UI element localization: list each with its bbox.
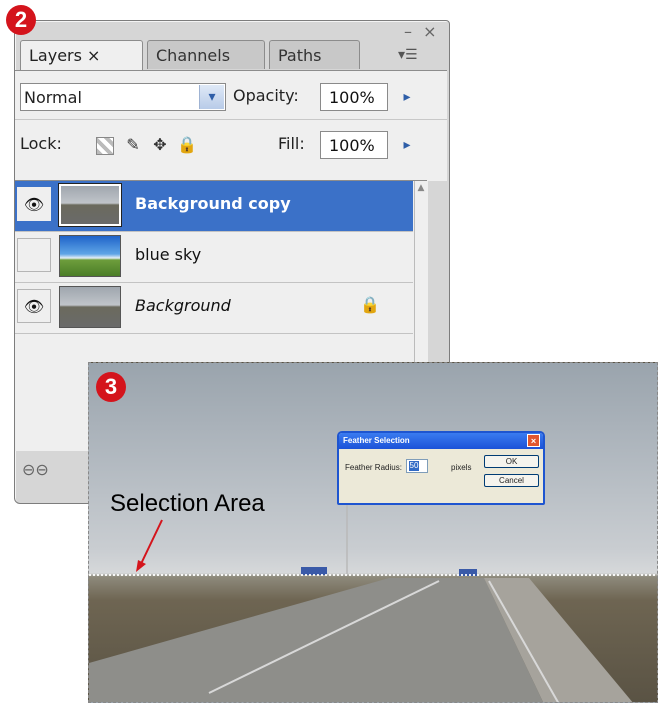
layer-row-blue-sky[interactable]: blue sky xyxy=(15,232,413,283)
tab-paths[interactable]: Paths xyxy=(269,40,360,69)
lock-icon[interactable]: 🔒 xyxy=(177,135,197,155)
road-illustration xyxy=(89,483,633,702)
layer-thumbnail xyxy=(58,183,122,227)
link-layers-icon[interactable]: ⊖⊖ xyxy=(22,460,49,479)
tab-layers[interactable]: Layers × xyxy=(20,40,143,71)
minimize-button[interactable]: – xyxy=(404,22,412,41)
eye-icon[interactable]: 👁 xyxy=(17,289,51,323)
layers-toolbar: Normal ▾ Opacity: 100% ▸ Lock: ✎ ✥ 🔒 Fil… xyxy=(15,70,447,181)
selection-marquee xyxy=(89,574,657,576)
feather-radius-label: Feather Radius: xyxy=(345,463,402,472)
dialog-title: Feather Selection xyxy=(339,433,543,449)
step-badge-2: 2 xyxy=(6,5,36,35)
eye-icon[interactable]: 👁 xyxy=(17,187,51,221)
close-icon[interactable]: × xyxy=(527,434,540,447)
opacity-input[interactable]: 100% xyxy=(320,83,388,111)
feather-radius-input[interactable]: 50 xyxy=(406,459,428,473)
tab-channels[interactable]: Channels xyxy=(147,40,265,69)
layer-thumbnail xyxy=(59,235,121,277)
toolbar-divider xyxy=(15,119,447,120)
step-badge-3: 3 xyxy=(96,372,126,402)
panel-window-controls: – × xyxy=(398,22,437,41)
panel-menu-icon[interactable]: ▾☰ xyxy=(398,47,424,63)
scroll-up-icon[interactable]: ▲ xyxy=(415,183,427,199)
layer-thumbnail xyxy=(59,286,121,328)
lock-icon: 🔒 xyxy=(360,295,380,314)
layer-name: blue sky xyxy=(135,245,202,264)
layer-name: Background xyxy=(135,296,231,315)
opacity-slider-arrow-icon[interactable]: ▸ xyxy=(389,83,425,111)
pixels-unit-label: pixels xyxy=(451,463,472,472)
close-button[interactable]: × xyxy=(423,22,436,41)
selection-area-annotation: Selection Area xyxy=(110,490,265,517)
layer-row-background[interactable]: 👁 Background 🔒 xyxy=(15,283,413,334)
feather-radius-value: 50 xyxy=(409,461,419,471)
brush-icon[interactable]: ✎ xyxy=(123,135,143,155)
fill-label: Fill: xyxy=(278,134,305,153)
cancel-button[interactable]: Cancel xyxy=(484,474,539,487)
fill-slider-arrow-icon[interactable]: ▸ xyxy=(389,131,425,159)
feather-selection-dialog: Feather Selection × Feather Radius: 50 p… xyxy=(337,431,545,505)
ok-button[interactable]: OK xyxy=(484,455,539,468)
road-photo xyxy=(88,362,658,703)
blend-mode-value: Normal xyxy=(24,88,82,107)
lock-transparent-icon[interactable] xyxy=(96,137,114,155)
blend-mode-select[interactable]: Normal ▾ xyxy=(20,83,226,111)
chevron-down-icon[interactable]: ▾ xyxy=(199,85,224,109)
layer-row-background-copy[interactable]: 👁 Background copy xyxy=(15,181,413,232)
visibility-toggle-empty[interactable] xyxy=(17,238,51,272)
fill-input[interactable]: 100% xyxy=(320,131,388,159)
move-icon[interactable]: ✥ xyxy=(150,135,170,155)
annotation-arrow-icon xyxy=(136,519,163,572)
lock-label: Lock: xyxy=(20,134,62,153)
opacity-label: Opacity: xyxy=(233,86,299,105)
layer-name: Background copy xyxy=(135,194,291,213)
